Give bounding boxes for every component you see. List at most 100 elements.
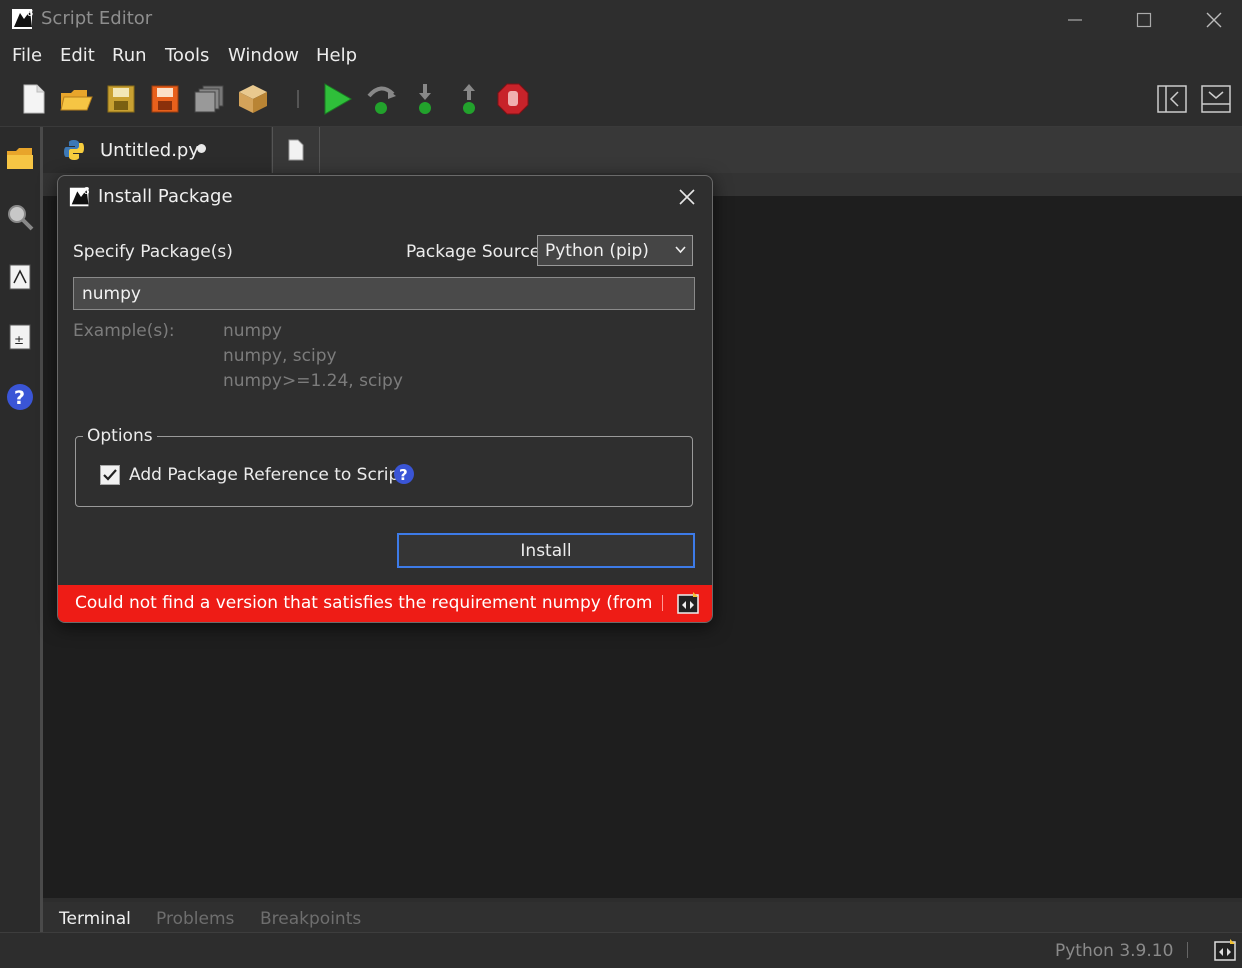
package-input[interactable] <box>73 277 695 310</box>
play-icon <box>324 83 353 115</box>
error-separator <box>662 595 663 611</box>
svg-text:?: ? <box>399 466 408 484</box>
minimize-icon <box>1068 19 1082 21</box>
example-item: numpy <box>223 321 282 341</box>
rhino-logo-icon: 8 <box>68 184 94 214</box>
menu-help[interactable]: Help <box>316 45 357 66</box>
run-button[interactable] <box>320 82 354 116</box>
unsaved-indicator <box>197 144 206 153</box>
sidebar-document-button[interactable] <box>4 261 36 293</box>
svg-text:±: ± <box>14 333 24 347</box>
save-all-icon <box>194 85 224 113</box>
sidebar-search-button[interactable] <box>4 201 36 233</box>
svg-text:8: 8 <box>27 8 33 19</box>
minimize-button[interactable] <box>1040 0 1110 40</box>
window-title: Script Editor <box>41 8 153 29</box>
add-reference-label[interactable]: Add Package Reference to Script <box>129 465 406 485</box>
sidebar-explorer-button[interactable] <box>4 143 36 175</box>
error-details-button[interactable] <box>676 591 700 619</box>
bottom-panel-tabs: Terminal Problems Breakpoints <box>43 902 1242 932</box>
close-window-button[interactable] <box>1179 0 1242 40</box>
tab-problems[interactable]: Problems <box>156 909 234 929</box>
package-source-label: Package Source <box>406 242 541 262</box>
tab-label: Untitled.py <box>100 140 199 161</box>
error-message[interactable]: Could not find a version that satisfies … <box>75 593 655 613</box>
save-icon <box>107 85 135 113</box>
menu-run[interactable]: Run <box>112 45 147 66</box>
notification-icon <box>1214 939 1236 961</box>
chevron-down-icon <box>675 246 686 254</box>
toggle-left-panel-button[interactable] <box>1155 82 1189 116</box>
package-source-value: Python (pip) <box>545 241 649 261</box>
example-item: numpy, scipy <box>223 346 337 366</box>
status-notification-button[interactable] <box>1213 938 1237 966</box>
panel-left-icon <box>1157 85 1187 113</box>
new-tab-button[interactable] <box>272 127 320 173</box>
save-all-button[interactable] <box>192 82 226 116</box>
help-icon: ? <box>7 384 33 410</box>
error-message-bar: Could not find a version that satisfies … <box>58 585 712 622</box>
new-document-icon <box>288 139 304 161</box>
notification-icon <box>677 592 699 614</box>
step-out-button[interactable] <box>452 82 486 116</box>
tab-breakpoints[interactable]: Breakpoints <box>260 909 361 929</box>
toolbar-separator <box>297 90 299 108</box>
calculator-document-icon: ± <box>9 324 31 350</box>
new-file-icon <box>23 84 45 114</box>
package-button[interactable] <box>236 82 270 116</box>
step-into-icon <box>419 84 431 114</box>
stop-button[interactable] <box>496 82 530 116</box>
search-icon <box>8 205 34 231</box>
step-out-icon <box>463 84 475 114</box>
python-version[interactable]: Python 3.9.10 <box>1055 941 1173 961</box>
menu-bar: File Edit Run Tools Window Help <box>0 40 1242 72</box>
menu-file[interactable]: File <box>12 45 42 66</box>
menu-tools[interactable]: Tools <box>165 45 209 66</box>
step-into-button[interactable] <box>408 82 442 116</box>
stop-hand-icon <box>497 83 529 115</box>
new-file-button[interactable] <box>16 82 50 116</box>
save-button[interactable] <box>104 82 138 116</box>
rhino-logo-icon: 8 <box>10 5 38 33</box>
maximize-icon <box>1136 12 1152 28</box>
package-source-select[interactable]: Python (pip) <box>537 235 693 266</box>
install-button-label: Install <box>520 540 572 561</box>
status-bar: Python 3.9.10 <box>0 932 1242 968</box>
toolbar <box>0 72 1242 128</box>
folder-icon <box>7 148 33 169</box>
step-over-icon <box>367 86 396 114</box>
close-icon <box>1206 12 1222 28</box>
add-reference-help-button[interactable]: ? <box>393 463 415 489</box>
examples-label: Example(s): <box>73 321 175 341</box>
title-bar: 8 Script Editor <box>0 0 1242 40</box>
open-file-button[interactable] <box>59 82 93 116</box>
sidebar-calculator-button[interactable]: ± <box>4 321 36 353</box>
example-item: numpy>=1.24, scipy <box>223 371 403 391</box>
python-icon <box>63 139 85 165</box>
maximize-button[interactable] <box>1109 0 1179 40</box>
help-icon: ? <box>394 464 414 484</box>
step-over-button[interactable] <box>364 82 398 116</box>
panel-bottom-icon <box>1201 85 1231 113</box>
add-reference-checkbox[interactable] <box>100 465 120 485</box>
dialog-title: Install Package <box>98 186 233 207</box>
save-as-button[interactable] <box>148 82 182 116</box>
tab-terminal[interactable]: Terminal <box>59 909 131 929</box>
dialog-close-button[interactable] <box>675 185 699 209</box>
left-sidebar: ± ? <box>0 127 43 932</box>
specify-packages-label: Specify Package(s) <box>73 242 233 262</box>
menu-edit[interactable]: Edit <box>60 45 95 66</box>
package-box-icon <box>239 85 267 113</box>
install-button[interactable]: Install <box>397 533 695 568</box>
checkmark-icon <box>103 469 117 481</box>
install-package-dialog: 8 Install Package Specify Package(s) Pac… <box>57 175 713 623</box>
svg-text:?: ? <box>14 387 25 409</box>
open-folder-icon <box>60 90 93 111</box>
toggle-bottom-panel-button[interactable] <box>1199 82 1233 116</box>
close-icon <box>679 189 695 205</box>
sidebar-help-button[interactable]: ? <box>4 381 36 413</box>
save-as-icon <box>151 85 179 113</box>
options-legend: Options <box>83 426 157 446</box>
menu-window[interactable]: Window <box>228 45 299 66</box>
svg-text:8: 8 <box>84 186 90 197</box>
